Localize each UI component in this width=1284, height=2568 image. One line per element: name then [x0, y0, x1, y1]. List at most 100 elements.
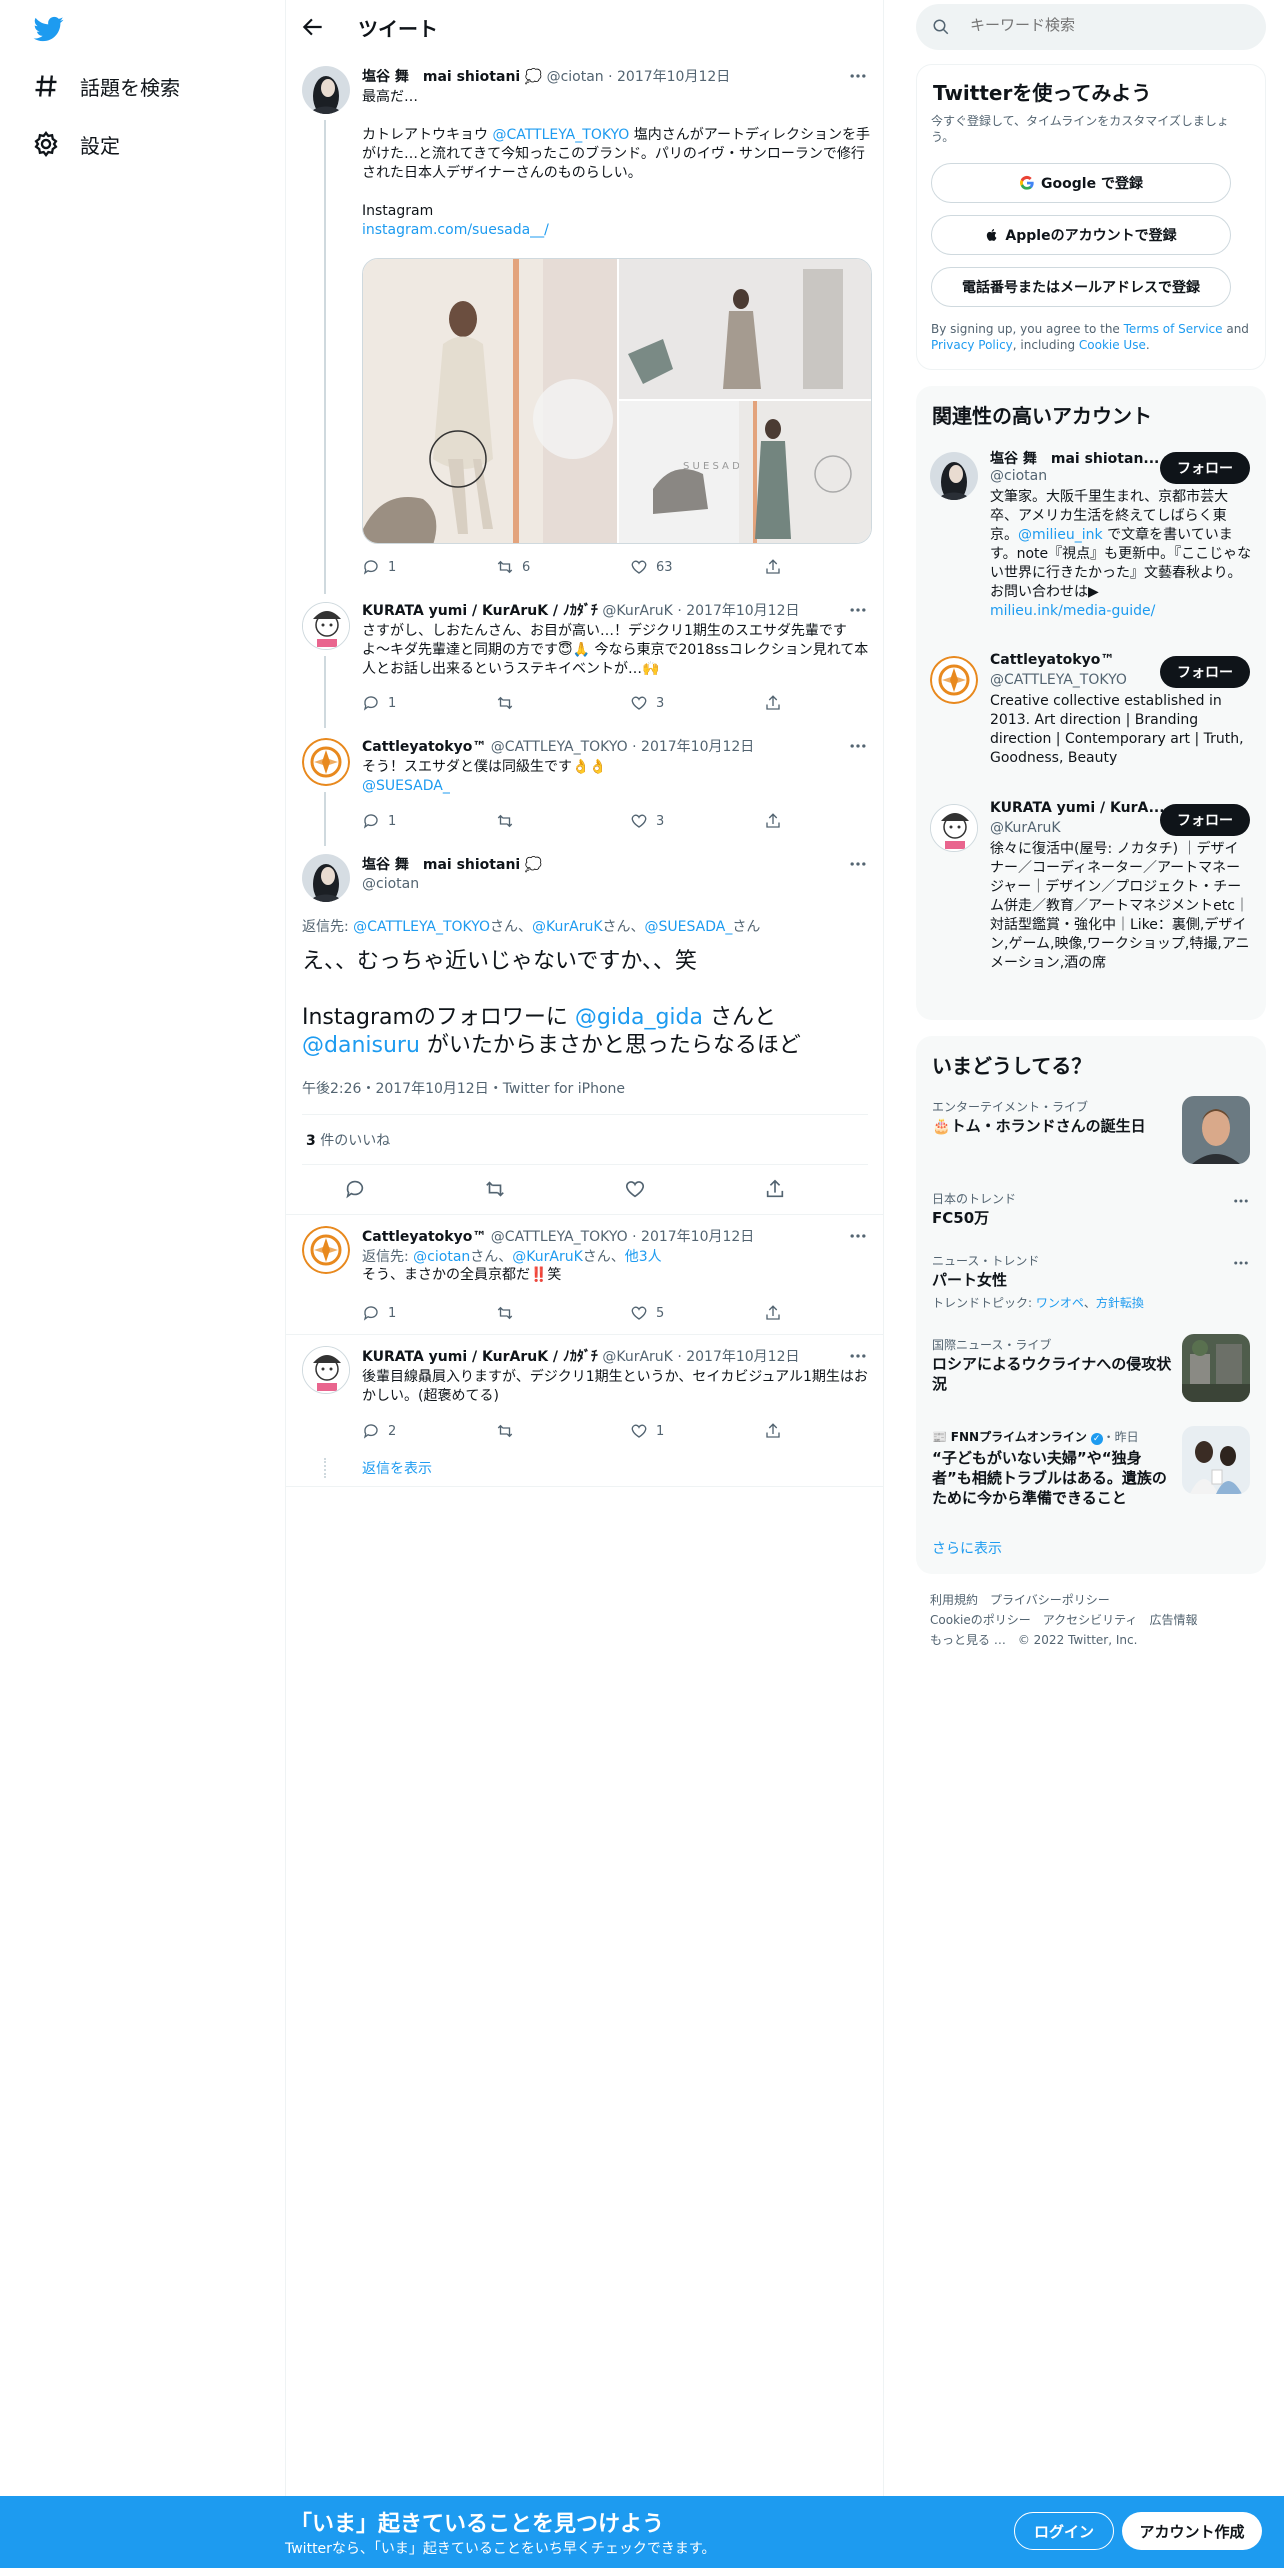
mention-link[interactable]: @KurAruK	[512, 1249, 583, 1265]
like-button[interactable]: 1	[630, 1422, 664, 1440]
retweet-button[interactable]	[496, 1304, 522, 1322]
like-button[interactable]: 3	[630, 694, 664, 712]
user-name[interactable]: 塩谷 舞 mai shiotani	[362, 857, 520, 873]
account-handle[interactable]: @ciotan	[990, 468, 1047, 484]
user-handle[interactable]: @KurAruK	[602, 603, 673, 619]
tweet[interactable]: KURATA yumi / KurAruK / ﾉｶﾀﾞﾁ @KurAruK ·…	[286, 600, 884, 728]
mention-link[interactable]: @CATTLEYA_TOKYO	[353, 919, 490, 935]
tweet-date[interactable]: 2017年10月12日	[617, 69, 730, 85]
avatar[interactable]	[302, 1226, 350, 1274]
instagram-link[interactable]: instagram.com/suesada__/	[362, 222, 549, 238]
trend-item[interactable]: エンターテイメント・ライブ 🎂トム・ホランドさんの誕生日	[916, 1096, 1266, 1170]
user-name[interactable]: Cattleyatokyo™	[362, 739, 486, 755]
retweet-button[interactable]	[496, 1422, 522, 1440]
search-input[interactable]	[970, 16, 1250, 34]
more-icon[interactable]	[848, 66, 868, 86]
footer-privacy-link[interactable]: プライバシーポリシー	[990, 1593, 1110, 1607]
reply-to-more[interactable]: 他3人	[625, 1249, 662, 1265]
show-replies-link[interactable]: 返信を表示	[362, 1458, 432, 1478]
tweet-date[interactable]: 2017年10月12日	[641, 1229, 754, 1245]
avatar[interactable]	[302, 854, 350, 902]
heart-icon[interactable]	[624, 1178, 646, 1200]
mention-link[interactable]: @gida_gida	[575, 1005, 703, 1030]
avatar[interactable]	[302, 602, 350, 650]
account-handle[interactable]: @KurAruK	[990, 820, 1061, 836]
more-icon[interactable]	[848, 854, 868, 874]
follow-button[interactable]: フォロー	[1160, 804, 1250, 836]
like-button[interactable]: 5	[630, 1304, 664, 1322]
show-more-link[interactable]: さらに表示	[932, 1538, 1002, 1558]
tweet-date[interactable]: 2017年10月12日	[686, 603, 799, 619]
footer-ads-link[interactable]: 広告情報	[1149, 1613, 1197, 1627]
like-button[interactable]: 63	[630, 558, 673, 576]
avatar[interactable]	[302, 738, 350, 786]
reply-tweet[interactable]: Cattleyatokyo™ @CATTLEYA_TOKYO · 2017年10…	[286, 1226, 884, 1336]
user-handle[interactable]: @CATTLEYA_TOKYO	[491, 739, 628, 755]
mention-link[interactable]: @CATTLEYA_TOKYO	[492, 127, 629, 143]
twitter-logo-icon[interactable]	[32, 14, 66, 44]
bio-link[interactable]: milieu.ink/media-guide/	[990, 603, 1155, 619]
tweet-meta[interactable]: 午後2:26・2017年10月12日・Twitter for iPhone	[302, 1078, 625, 1098]
retweet-button[interactable]	[496, 694, 522, 712]
reply-icon[interactable]	[344, 1178, 366, 1200]
retweet-button[interactable]	[496, 812, 522, 830]
nav-settings[interactable]: 設定	[32, 124, 120, 164]
account-handle[interactable]: @CATTLEYA_TOKYO	[990, 672, 1127, 688]
reply-button[interactable]: 1	[362, 558, 396, 576]
privacy-link[interactable]: Privacy Policy	[931, 338, 1013, 352]
more-icon[interactable]	[848, 600, 868, 620]
tweet[interactable]: 塩谷 舞 mai shiotani 💭 @ciotan · 2017年10月12…	[286, 62, 884, 594]
share-button[interactable]	[764, 694, 782, 712]
apple-signup-button[interactable]: Appleのアカウントで登録	[931, 215, 1231, 255]
user-name[interactable]: Cattleyatokyo™	[362, 1229, 486, 1245]
share-button[interactable]	[764, 812, 782, 830]
share-button[interactable]	[764, 1422, 782, 1440]
google-signup-button[interactable]: Google で登録	[931, 163, 1231, 203]
account-name[interactable]: Cattleyatokyo™	[990, 652, 1114, 668]
user-handle[interactable]: @CATTLEYA_TOKYO	[491, 1229, 628, 1245]
avatar[interactable]	[302, 66, 350, 114]
more-icon[interactable]	[848, 1226, 868, 1246]
mention-link[interactable]: @milieu_ink	[1018, 527, 1103, 543]
footer-more-link[interactable]: もっと見る …	[930, 1633, 1006, 1647]
account-item[interactable]: Cattleyatokyo™ @CATTLEYA_TOKYO フォロー Crea…	[916, 652, 1266, 782]
share-button[interactable]	[764, 558, 782, 576]
account-name[interactable]: 塩谷 舞 mai shiotan...	[990, 448, 1159, 468]
follow-button[interactable]: フォロー	[1160, 452, 1250, 484]
mention-link[interactable]: @ciotan	[413, 1249, 470, 1265]
footer-terms-link[interactable]: 利用規約	[930, 1593, 978, 1607]
terms-link[interactable]: Terms of Service	[1124, 322, 1223, 336]
signup-button[interactable]: アカウント作成	[1122, 2512, 1262, 2550]
retweet-icon[interactable]	[484, 1178, 506, 1200]
reply-tweet[interactable]: KURATA yumi / KurAruK / ﾉｶﾀﾞﾁ @KurAruK ·…	[286, 1346, 884, 1486]
nav-explore[interactable]: 話題を検索	[32, 66, 180, 106]
footer-accessibility-link[interactable]: アクセシビリティ	[1043, 1613, 1138, 1627]
back-arrow-icon[interactable]	[300, 14, 326, 40]
mention-link[interactable]: @SUESADA_	[645, 919, 733, 935]
trend-topic-link[interactable]: 方針転換	[1096, 1296, 1144, 1310]
more-icon[interactable]	[848, 736, 868, 756]
account-name[interactable]: KURATA yumi / KurA...	[990, 800, 1165, 816]
reply-button[interactable]: 1	[362, 1304, 396, 1322]
user-handle[interactable]: @KurAruK	[602, 1349, 673, 1365]
user-name[interactable]: KURATA yumi / KurAruK / ﾉｶﾀﾞﾁ	[362, 1349, 598, 1365]
footer-cookie-link[interactable]: Cookieのポリシー	[930, 1613, 1031, 1627]
trend-item[interactable]: ニュース・トレンド パート女性 トレンドトピック: ワンオペ、方針転換	[916, 1250, 1266, 1314]
reply-button[interactable]: 1	[362, 812, 396, 830]
reply-button[interactable]: 1	[362, 694, 396, 712]
more-icon[interactable]	[1232, 1254, 1250, 1272]
mention-link[interactable]: @SUESADA_	[362, 778, 450, 794]
trend-item[interactable]: 日本のトレンド FC50万	[916, 1188, 1266, 1232]
share-icon[interactable]	[764, 1178, 786, 1200]
more-icon[interactable]	[1232, 1192, 1250, 1210]
user-handle[interactable]: @ciotan	[362, 876, 419, 892]
tweet-date[interactable]: 2017年10月12日	[686, 1349, 799, 1365]
trend-item[interactable]: 📰 FNNプライムオンライン ✓ ・昨日 “子どもがいない夫婦”や“独身者”も相続…	[916, 1426, 1266, 1516]
user-name[interactable]: KURATA yumi / KurAruK / ﾉｶﾀﾞﾁ	[362, 603, 598, 619]
avatar[interactable]	[930, 656, 978, 704]
follow-button[interactable]: フォロー	[1160, 656, 1250, 688]
user-handle[interactable]: @ciotan	[547, 69, 604, 85]
more-icon[interactable]	[848, 1346, 868, 1366]
like-button[interactable]: 3	[630, 812, 664, 830]
phone-signup-button[interactable]: 電話番号またはメールアドレスで登録	[931, 267, 1231, 307]
